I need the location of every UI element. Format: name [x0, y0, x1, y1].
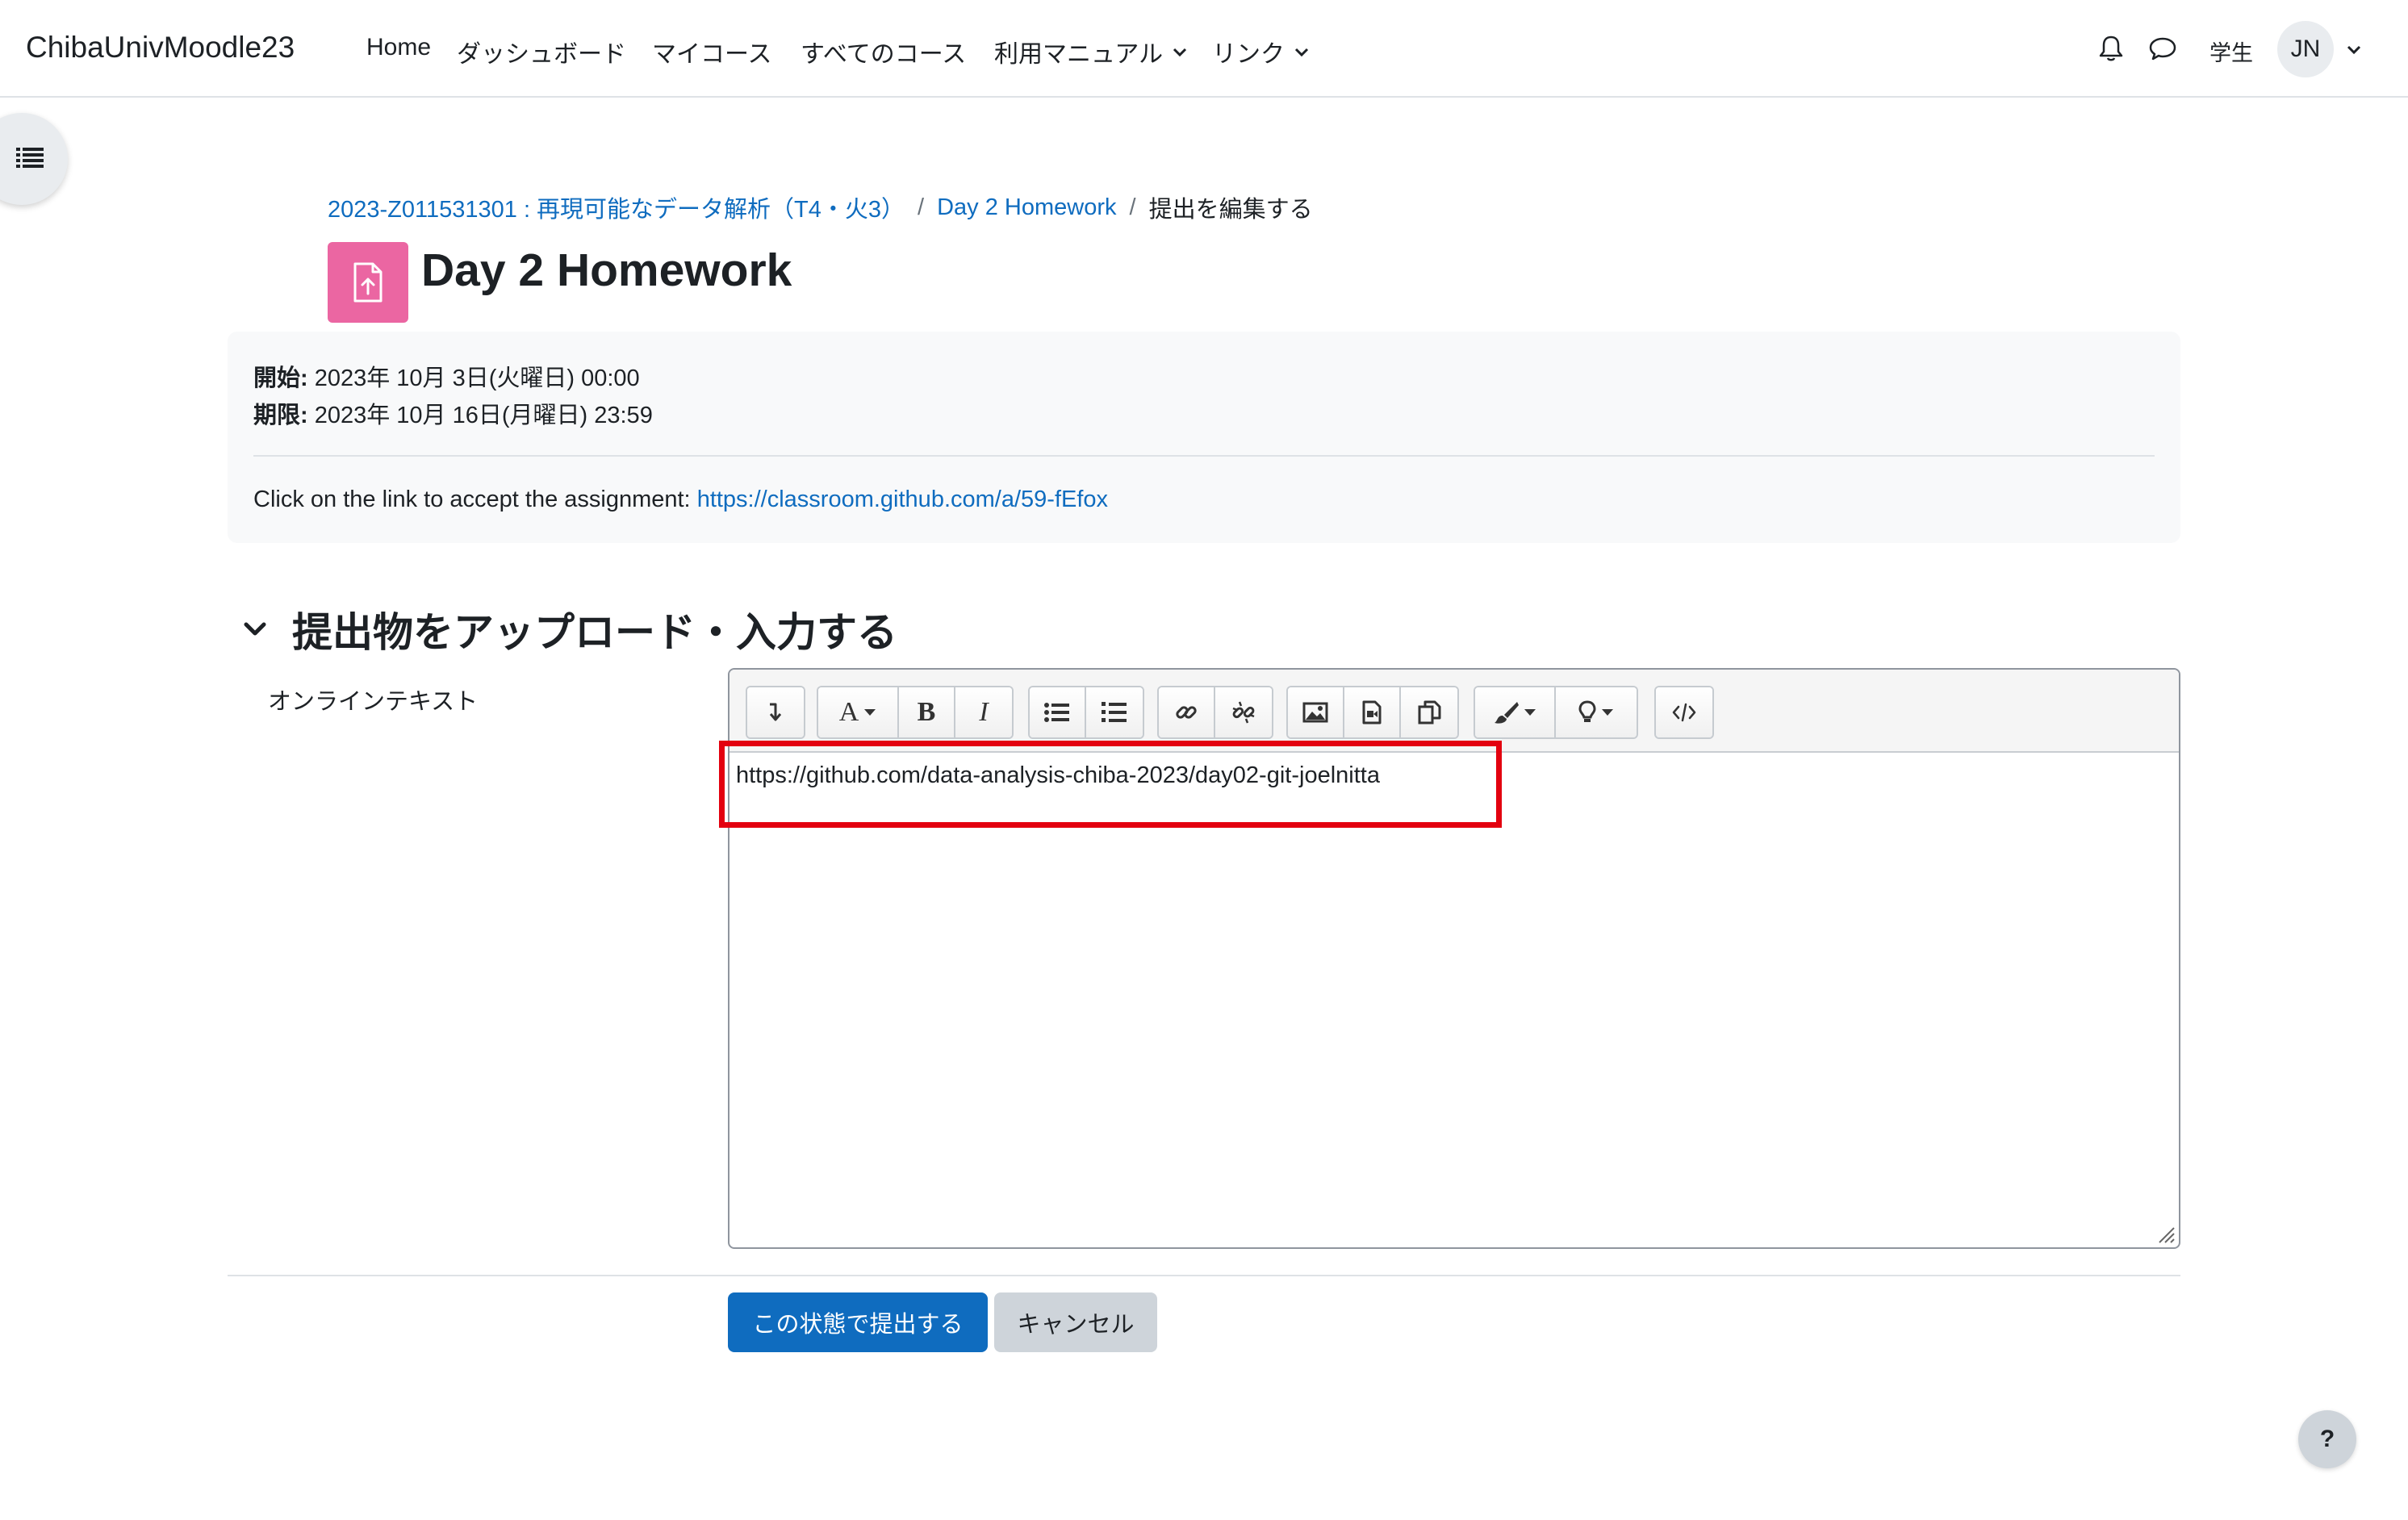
course-index-toggle[interactable]	[0, 113, 68, 205]
nav-my-courses[interactable]: マイコース	[652, 34, 772, 69]
chevron-down-icon	[1171, 43, 1189, 61]
breadcrumb-activity-link[interactable]: Day 2 Homework	[937, 194, 1116, 221]
nav-dashboard-label: ダッシュボード	[457, 41, 626, 68]
toolbar-group-media	[1286, 686, 1459, 739]
toolbar-group-style: A B I	[817, 686, 1014, 739]
breadcrumb-separator: /	[918, 194, 925, 220]
user-avatar[interactable]: JN	[2277, 21, 2334, 77]
breadcrumb: 2023-Z011531301 : 再現可能なデータ解析（T4・火3） / Da…	[328, 190, 1313, 224]
due-value: 2023年 10月 16日(月曜日) 23:59	[314, 403, 653, 428]
resize-handle-icon[interactable]	[2155, 1223, 2176, 1244]
nav-manual-dropdown[interactable]: 利用マニュアル	[994, 34, 1189, 69]
list-icon	[16, 146, 44, 173]
italic-icon[interactable]: I	[955, 687, 1012, 737]
top-navbar: ChibaUnivMoodle23 Home ダッシュボード マイコース すべて…	[0, 0, 2408, 98]
nav-my-courses-label: マイコース	[652, 41, 772, 68]
unlink-icon[interactable]	[1215, 687, 1272, 737]
nav-all-courses[interactable]: すべてのコース	[801, 34, 966, 69]
image-icon[interactable]	[1288, 687, 1344, 737]
editor-content-area[interactable]: https://github.com/data-analysis-chiba-2…	[730, 753, 2179, 1247]
chevron-down-icon[interactable]	[240, 615, 270, 644]
nav-links-label: リンク	[1212, 41, 1285, 68]
toolbar-group-format	[1474, 686, 1638, 739]
cancel-button[interactable]: キャンセル	[994, 1292, 1157, 1352]
page-title: Day 2 Homework	[421, 244, 792, 296]
nav-dashboard[interactable]: ダッシュボード	[457, 34, 626, 69]
toolbar-group-html	[1654, 686, 1714, 739]
breadcrumb-separator: /	[1129, 194, 1136, 220]
opened-value: 2023年 10月 3日(火曜日) 00:00	[314, 365, 640, 391]
bold-icon[interactable]: B	[899, 687, 955, 737]
editor-text: https://github.com/data-analysis-chiba-2…	[736, 762, 1380, 788]
nav-links-dropdown[interactable]: リンク	[1212, 34, 1311, 69]
section-title[interactable]: 提出物をアップロード・入力する	[292, 600, 897, 658]
chevron-down-icon[interactable]	[2345, 40, 2363, 58]
nav-home-label: Home	[366, 34, 432, 61]
assignment-intro: Click on the link to accept the assignme…	[253, 486, 1108, 513]
equation-icon[interactable]	[1556, 687, 1637, 737]
user-role: 学生	[2209, 41, 2253, 65]
form-divider	[228, 1275, 2180, 1276]
collapse-icon[interactable]	[747, 687, 804, 737]
activity-info-box: 開始: 2023年 10月 3日(火曜日) 00:00 期限: 2023年 10…	[228, 332, 2180, 543]
github-classroom-link[interactable]: https://classroom.github.com/a/59-fEfox	[697, 486, 1108, 512]
site-brand[interactable]: ChibaUnivMoodle23	[26, 31, 295, 65]
nav-home[interactable]: Home	[366, 34, 431, 61]
bell-icon[interactable]	[2095, 32, 2127, 65]
online-text-label: オンラインテキスト	[268, 689, 479, 715]
due-date: 期限: 2023年 10月 16日(月曜日) 23:59	[253, 396, 653, 430]
info-divider	[253, 455, 2155, 457]
chevron-down-icon	[1293, 43, 1311, 61]
manage-files-icon[interactable]	[1401, 687, 1457, 737]
toolbar-group-collapse	[746, 686, 805, 739]
editor-toolbar: A B I	[730, 670, 2179, 753]
breadcrumb-course-link[interactable]: 2023-Z011531301 : 再現可能なデータ解析（T4・火3）	[328, 190, 905, 224]
ordered-list-icon[interactable]	[1086, 687, 1143, 737]
assignment-upload-icon	[328, 242, 408, 323]
unordered-list-icon[interactable]	[1030, 687, 1086, 737]
opened-date: 開始: 2023年 10月 3日(火曜日) 00:00	[253, 359, 640, 393]
opened-label: 開始:	[253, 365, 308, 391]
link-icon[interactable]	[1159, 687, 1215, 737]
nav-all-courses-label: すべてのコース	[801, 41, 967, 68]
breadcrumb-current: 提出を編集する	[1148, 197, 1313, 223]
due-label: 期限:	[253, 403, 308, 428]
text-style-icon[interactable]: A	[818, 687, 899, 737]
online-text-editor: A B I https://github.com/data-analysis-c…	[728, 668, 2180, 1249]
nav-manual-label: 利用マニュアル	[994, 41, 1164, 68]
help-button[interactable]: ?	[2298, 1410, 2356, 1468]
chat-bubble-icon[interactable]	[2147, 32, 2179, 65]
toolbar-group-lists	[1028, 686, 1144, 739]
media-icon[interactable]	[1344, 687, 1401, 737]
toolbar-group-links	[1157, 686, 1273, 739]
submit-button[interactable]: この状態で提出する	[728, 1292, 988, 1352]
text-color-icon[interactable]	[1475, 687, 1556, 737]
html-source-icon[interactable]	[1656, 687, 1712, 737]
intro-text: Click on the link to accept the assignme…	[253, 486, 691, 512]
